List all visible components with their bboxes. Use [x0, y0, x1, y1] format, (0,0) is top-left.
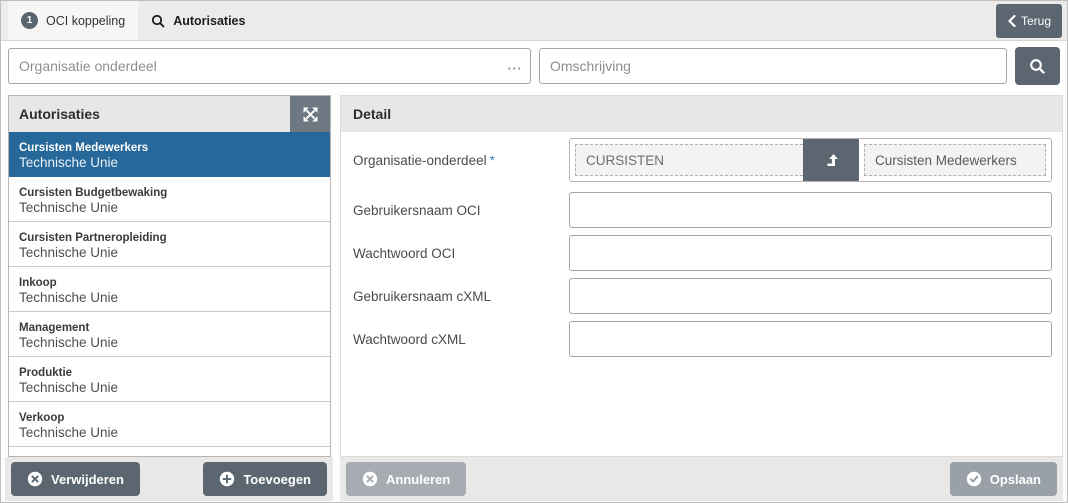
list-item-subtitle: Technische Unie [19, 201, 322, 216]
detail-field-label: Gebruikersnaam OCI [347, 203, 569, 218]
autorisaties-panel-title: Autorisaties [9, 106, 290, 122]
back-button[interactable]: Terug [996, 4, 1062, 38]
list-item-title: Inkoop [19, 277, 322, 290]
opslaan-label: Opslaan [990, 472, 1041, 487]
list-item-title: Produktie [19, 367, 322, 380]
omschrijving-input[interactable] [539, 48, 1007, 84]
right-footer: Annuleren Opslaan [340, 457, 1063, 501]
tab-oci-koppeling-label: OCI koppeling [46, 14, 125, 28]
detail-field-row: Gebruikersnaam OCI [347, 192, 1052, 228]
autorisaties-panel-header: Autorisaties [9, 96, 330, 132]
verwijderen-button[interactable]: Verwijderen [11, 462, 140, 496]
search-button[interactable] [1015, 47, 1060, 85]
list-item[interactable]: Cursisten BudgetbewakingTechnische Unie [9, 177, 330, 222]
list-item-subtitle: Technische Unie [19, 381, 322, 396]
detail-panel: Detail Organisatie-onderdeel* CURSISTEN [340, 95, 1063, 457]
level-up-arrow-icon [823, 152, 839, 168]
org-filter-wrap: ... [8, 48, 531, 84]
org-name-field: Cursisten Medewerkers [864, 144, 1046, 176]
filter-bar: ... [1, 41, 1067, 91]
list-item[interactable]: VerkoopTechnische Unie [9, 402, 330, 447]
list-item[interactable]: Cursisten MedewerkersTechnische Unie [9, 132, 330, 177]
circle-x-icon [27, 471, 43, 487]
lookup-ellipsis-button[interactable]: ... [507, 57, 522, 71]
annuleren-label: Annuleren [386, 472, 450, 487]
tab-oci-koppeling[interactable]: 1 OCI koppeling [8, 1, 138, 40]
opslaan-button[interactable]: Opslaan [950, 462, 1057, 496]
required-asterisk: * [490, 153, 495, 168]
list-item-subtitle: Technische Unie [19, 156, 322, 171]
tab-autorisaties-label: Autorisaties [173, 14, 245, 28]
verwijderen-label: Verwijderen [51, 472, 124, 487]
list-item[interactable]: ProduktieTechnische Unie [9, 357, 330, 402]
org-onderdeel-label: Organisatie-onderdeel* [347, 153, 569, 168]
toevoegen-label: Toevoegen [243, 472, 311, 487]
top-tab-bar: 1 OCI koppeling Autorisaties Terug [1, 1, 1067, 41]
list-item-title: Cursisten Partneropleiding [19, 232, 322, 245]
org-onderdeel-composite-field: CURSISTEN Cursisten Medewerkers [569, 138, 1052, 182]
circle-x-icon [362, 471, 378, 487]
chevron-left-icon [1007, 15, 1016, 27]
circle-plus-icon [219, 471, 235, 487]
circle-check-icon [966, 471, 982, 487]
expand-panel-button[interactable] [290, 96, 330, 132]
list-item-subtitle: Technische Unie [19, 291, 322, 306]
list-item-title: Cursisten Budgetbewaking [19, 187, 322, 200]
detail-panel-header: Detail [341, 96, 1062, 132]
annuleren-button[interactable]: Annuleren [346, 462, 466, 496]
detail-field-row: Gebruikersnaam cXML [347, 278, 1052, 314]
organisatie-onderdeel-input[interactable] [8, 48, 531, 84]
list-item[interactable]: Cursisten PartneropleidingTechnische Uni… [9, 222, 330, 267]
back-button-label: Terug [1021, 14, 1051, 28]
detail-field-label: Wachtwoord OCI [347, 246, 569, 261]
detail-field-row: Wachtwoord cXML [347, 321, 1052, 357]
detail-field-row: Wachtwoord OCI [347, 235, 1052, 271]
org-code-field: CURSISTEN [575, 144, 803, 176]
list-item-subtitle: Technische Unie [19, 426, 322, 441]
expand-arrows-icon [303, 107, 318, 122]
detail-panel-title: Detail [341, 106, 1062, 122]
detail-form: Organisatie-onderdeel* CURSISTEN Cursist… [341, 132, 1062, 357]
autorisaties-list: Cursisten MedewerkersTechnische UnieCurs… [9, 132, 330, 456]
detail-simple-fields: Gebruikersnaam OCI Wachtwoord OCI Gebruike… [347, 192, 1052, 357]
list-item-title: Verkoop [19, 412, 322, 425]
detail-field-label: Wachtwoord cXML [347, 332, 569, 347]
list-item-subtitle: Technische Unie [19, 246, 322, 261]
search-icon [1029, 58, 1046, 75]
org-onderdeel-row: Organisatie-onderdeel* CURSISTEN Cursist… [347, 138, 1052, 182]
detail-field-input[interactable] [569, 278, 1052, 314]
detail-field-input[interactable] [569, 321, 1052, 357]
list-item-title: Cursisten Medewerkers [19, 142, 322, 155]
org-lookup-button[interactable] [803, 139, 859, 181]
detail-field-input[interactable] [569, 192, 1052, 228]
list-item[interactable]: InkoopTechnische Unie [9, 267, 330, 312]
list-item[interactable]: ManagementTechnische Unie [9, 312, 330, 357]
left-footer: Verwijderen Toevoegen [5, 457, 333, 501]
app-window: 1 OCI koppeling Autorisaties Terug ... [0, 0, 1068, 503]
step-1-badge-icon: 1 [21, 12, 38, 29]
list-item-subtitle: Technische Unie [19, 336, 322, 351]
tab-autorisaties[interactable]: Autorisaties [138, 1, 258, 40]
toevoegen-button[interactable]: Toevoegen [203, 462, 327, 496]
list-item-title: Management [19, 322, 322, 335]
detail-field-input[interactable] [569, 235, 1052, 271]
detail-field-label: Gebruikersnaam cXML [347, 289, 569, 304]
autorisaties-panel: Autorisaties Cursisten MedewerkersTechni [8, 95, 331, 457]
search-icon [151, 14, 165, 28]
